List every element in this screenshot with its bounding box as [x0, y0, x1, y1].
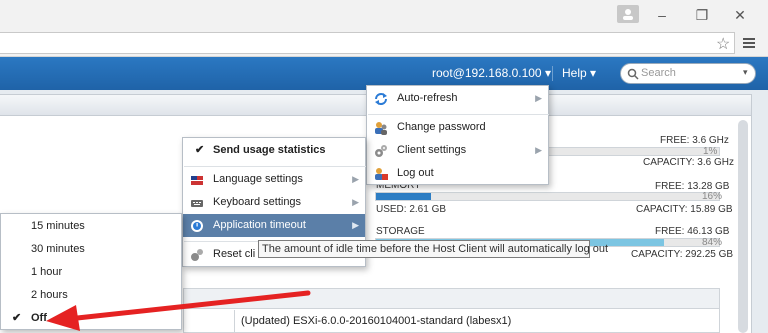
minimize-icon[interactable]: – [650, 4, 674, 26]
memory-capacity: CAPACITY: 15.89 GB [636, 204, 733, 215]
gears-icon [374, 144, 388, 158]
menu-item-label: Reset cli [213, 248, 256, 260]
logout-icon [374, 167, 388, 181]
menu-separator [184, 166, 366, 167]
storage-capacity: CAPACITY: 292.25 GB [631, 249, 734, 260]
submenu-arrow-icon: ▶ [535, 93, 542, 103]
storage-label: STORAGE [376, 226, 425, 237]
help-menu-button[interactable]: Help ▾ [562, 66, 596, 80]
header-divider [552, 66, 553, 81]
search-dropdown-icon[interactable]: ▾ [743, 67, 748, 78]
url-input[interactable] [0, 32, 735, 54]
browser-titlebar: – ❐ ✕ [0, 0, 768, 30]
refresh-icon [374, 92, 388, 106]
menu-item-label: Send usage statistics [213, 144, 326, 156]
menu-item-label: Log out [397, 167, 434, 179]
storage-percent: 84% [702, 237, 723, 248]
submenu-arrow-icon: ▶ [535, 145, 542, 155]
memory-bar [375, 192, 720, 201]
checkmark-icon: ✔ [12, 312, 22, 324]
menu-item-label: 30 minutes [31, 243, 85, 255]
cpu-percent: 1% [703, 146, 718, 157]
annotation-arrow-icon [46, 290, 311, 331]
reset-icon [190, 248, 204, 262]
menu-item-application-timeout[interactable]: Application timeout ▶ [183, 214, 365, 237]
bookmark-star-icon[interactable]: ☆ [716, 34, 730, 54]
menu-item-label: Auto-refresh [397, 92, 458, 104]
submenu-arrow-icon: ▶ [352, 197, 359, 207]
restore-icon[interactable]: ❐ [690, 4, 714, 26]
user-menu-button[interactable]: root@192.168.0.100 ▾ [432, 66, 551, 80]
browser-menu-icon[interactable] [741, 35, 757, 51]
storage-free: FREE: 46.13 GB [655, 226, 730, 237]
cpu-capacity: CAPACITY: 3.6 GHz [643, 157, 734, 168]
menu-item-language-settings[interactable]: Language settings ▶ [183, 168, 365, 191]
menu-item-keyboard-settings[interactable]: Keyboard settings ▶ [183, 191, 365, 214]
flag-icon [190, 173, 204, 187]
menu-item-label: Language settings [213, 173, 303, 185]
memory-used: USED: 2.61 GB [376, 204, 447, 215]
timeout-option-15-minutes[interactable]: 15 minutes [1, 215, 181, 238]
menu-item-label: 15 minutes [31, 220, 85, 232]
browser-addressbar: ☆ [0, 30, 768, 57]
menu-item-log-out[interactable]: Log out [367, 162, 548, 185]
search-placeholder: Search [641, 67, 676, 79]
keyboard-icon [190, 196, 204, 210]
menu-item-label: Change password [397, 121, 486, 133]
menu-item-label: Keyboard settings [213, 196, 302, 208]
memory-percent: 16% [702, 191, 723, 202]
menu-separator [368, 114, 549, 115]
users-icon [374, 121, 388, 135]
close-icon[interactable]: ✕ [728, 4, 752, 26]
menu-item-label: Application timeout [213, 219, 306, 231]
search-input[interactable]: Search ▾ [620, 63, 756, 84]
checkmark-icon: ✔ [195, 144, 205, 156]
user-menu: Auto-refresh ▶ Change password Client se… [366, 85, 549, 185]
submenu-arrow-icon: ▶ [352, 220, 359, 230]
cpu-free: FREE: 3.6 GHz [660, 135, 729, 146]
menu-item-label: Client settings [397, 144, 467, 156]
timeout-icon [190, 219, 204, 233]
search-icon [627, 68, 639, 80]
menu-item-send-usage[interactable]: ✔ Send usage statistics [183, 139, 365, 162]
tooltip: The amount of idle time before the Host … [258, 240, 608, 258]
timeout-option-30-minutes[interactable]: 30 minutes [1, 238, 181, 261]
memory-bar-fill [376, 193, 431, 200]
menu-item-client-settings[interactable]: Client settings ▶ [367, 139, 548, 162]
menu-item-label: 1 hour [31, 266, 63, 278]
profile-icon[interactable] [617, 5, 639, 23]
timeout-option-1-hour[interactable]: 1 hour [1, 261, 181, 284]
scrollbar[interactable] [738, 120, 748, 333]
menu-item-change-password[interactable]: Change password [367, 116, 548, 139]
menu-item-auto-refresh[interactable]: Auto-refresh ▶ [367, 87, 548, 110]
submenu-arrow-icon: ▶ [352, 174, 359, 184]
